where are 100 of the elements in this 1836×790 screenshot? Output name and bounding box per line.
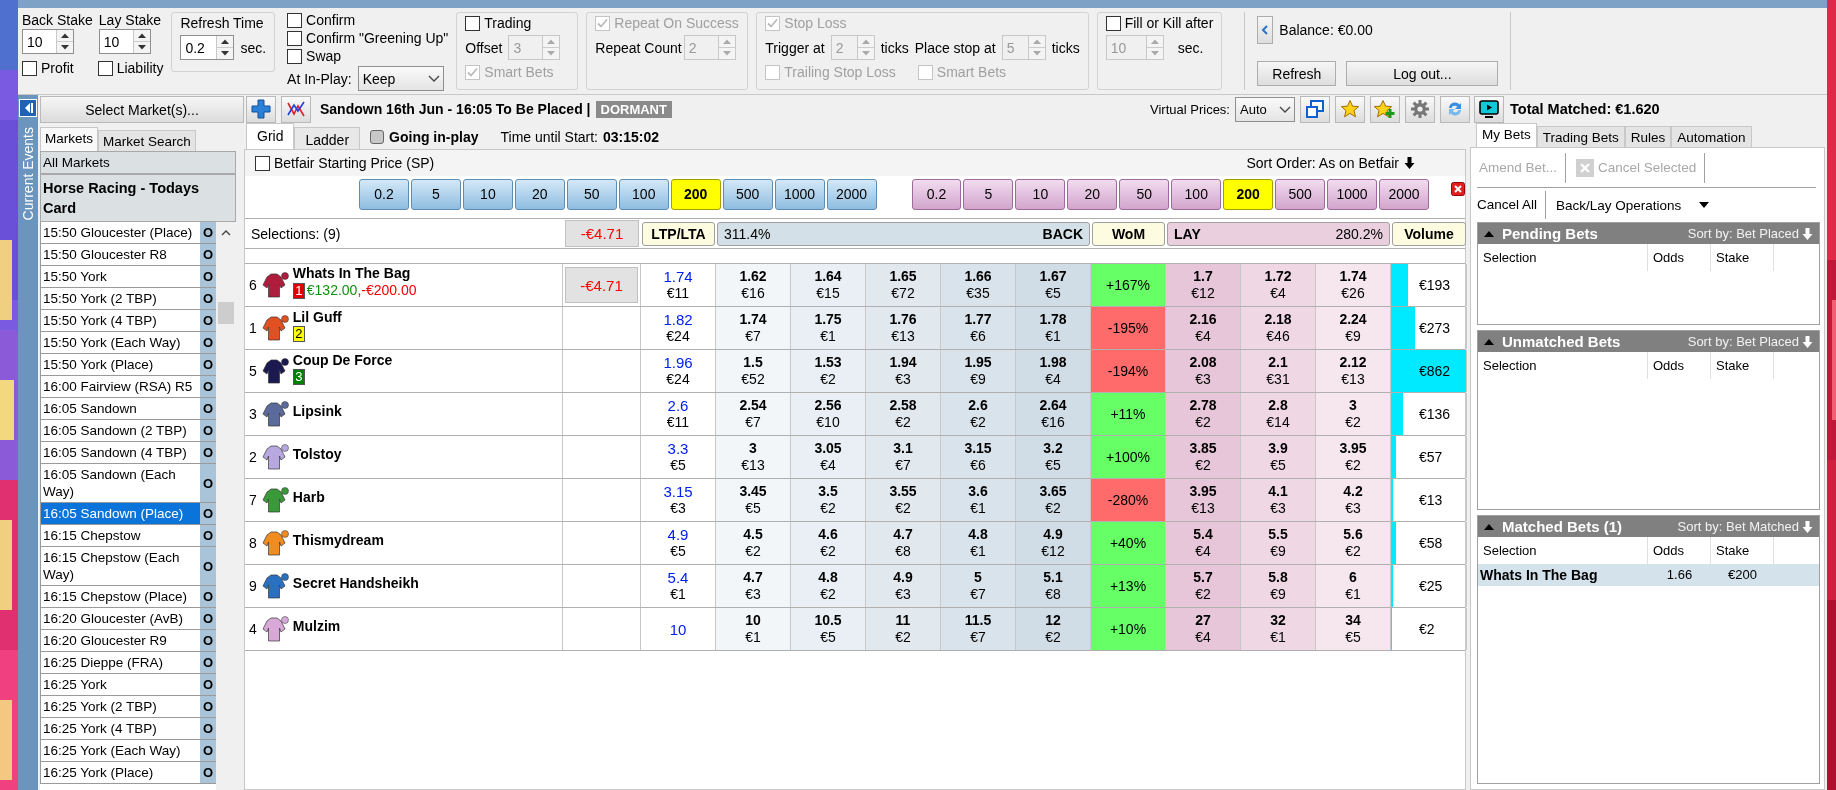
back-price-cell[interactable]: 3 €13 bbox=[716, 436, 791, 478]
stake-button[interactable]: 0.2 bbox=[911, 178, 962, 210]
back-price-cell[interactable]: 2.54 €7 bbox=[716, 393, 791, 435]
lay-price-cell[interactable]: 2.18 €46 bbox=[1241, 307, 1316, 349]
lay-price-cell[interactable]: 3.95 €13 bbox=[1166, 479, 1241, 521]
stake-button[interactable]: 1000 bbox=[774, 178, 825, 210]
back-price-cell[interactable]: 3.45 €5 bbox=[716, 479, 791, 521]
stake-button[interactable]: 5 bbox=[410, 178, 461, 210]
lay-price-cell[interactable]: 2.8 €14 bbox=[1241, 393, 1316, 435]
sort-down-arrow-icon[interactable] bbox=[1404, 157, 1415, 169]
checkbox[interactable] bbox=[287, 48, 303, 64]
stake-button[interactable]: 0.2 bbox=[359, 178, 409, 210]
lay-price-cell[interactable]: 32 €1 bbox=[1241, 608, 1316, 650]
back-price-cell[interactable]: 1.65 €72 bbox=[866, 264, 941, 306]
back-price-cell[interactable]: 11 €2 bbox=[866, 608, 941, 650]
chart-button[interactable] bbox=[281, 95, 311, 123]
back-price-cell[interactable]: 10 €1 bbox=[716, 608, 791, 650]
collapse-arrow-icon[interactable] bbox=[1484, 523, 1494, 530]
stake-button[interactable]: 10 bbox=[462, 178, 513, 210]
stake-button[interactable]: 200 bbox=[670, 178, 721, 210]
scrollbar-thumb[interactable] bbox=[218, 302, 234, 324]
stake-button[interactable]: 50 bbox=[566, 178, 617, 210]
section-header[interactable]: Pending Bets Sort by: Bet Placed bbox=[1478, 223, 1819, 244]
sort-label[interactable]: Sort by: Bet Placed bbox=[1687, 226, 1799, 241]
stake-button[interactable]: 1000 bbox=[1327, 178, 1378, 210]
back-price-cell[interactable]: 4.6 €2 bbox=[791, 522, 866, 564]
settings-button[interactable] bbox=[1405, 95, 1435, 123]
operations-menu[interactable]: Back/Lay Operations bbox=[1556, 197, 1682, 213]
runner-name[interactable]: Harb bbox=[292, 488, 325, 506]
checkbox[interactable] bbox=[1105, 15, 1121, 31]
stream-button[interactable] bbox=[1474, 95, 1504, 123]
stake-button[interactable]: 500 bbox=[1275, 178, 1326, 210]
close-icon[interactable] bbox=[1451, 182, 1465, 196]
back-price-cell[interactable]: 12 €2 bbox=[1016, 608, 1091, 650]
lay-price-cell[interactable]: 1.7 €12 bbox=[1166, 264, 1241, 306]
lay-price-cell[interactable]: 5.8 €9 bbox=[1241, 565, 1316, 607]
collapse-arrow-icon[interactable] bbox=[1484, 338, 1494, 345]
lay-price-cell[interactable]: 5.5 €9 bbox=[1241, 522, 1316, 564]
lay-price-cell[interactable]: 5.4 €4 bbox=[1166, 522, 1241, 564]
back-price-cell[interactable]: 2.6 €2 bbox=[941, 393, 1016, 435]
lay-price-cell[interactable]: 2.1 €31 bbox=[1241, 350, 1316, 392]
lay-price-cell[interactable]: 2.24 €9 bbox=[1316, 307, 1391, 349]
lay-price-cell[interactable]: 34 €5 bbox=[1316, 608, 1391, 650]
tab[interactable]: Markets bbox=[40, 127, 98, 151]
lay-price-cell[interactable]: 2.12 €13 bbox=[1316, 350, 1391, 392]
runner-name[interactable]: Secret Handsheikh bbox=[292, 574, 419, 592]
lay-price-cell[interactable]: 4.2 €3 bbox=[1316, 479, 1391, 521]
back-price-cell[interactable]: 4.8 €2 bbox=[791, 565, 866, 607]
back-price-cell[interactable]: 1.67 €5 bbox=[1016, 264, 1091, 306]
checkbox[interactable] bbox=[255, 155, 270, 171]
runner-name[interactable]: Mulzim bbox=[292, 617, 341, 635]
collapse-button[interactable] bbox=[1257, 16, 1274, 44]
market-item[interactable]: 16:05 Sandown (Place) bbox=[41, 503, 200, 524]
refresh-time-field[interactable]: 0.2 bbox=[180, 35, 235, 60]
lay-price-cell[interactable]: 1.74 €26 bbox=[1316, 264, 1391, 306]
collapse-arrow-icon[interactable] bbox=[1484, 230, 1494, 237]
stake-button[interactable]: 500 bbox=[722, 178, 773, 210]
favourite-button[interactable] bbox=[1335, 95, 1365, 123]
checkbox[interactable] bbox=[465, 15, 481, 31]
back-price-cell[interactable]: 4.9 €12 bbox=[1016, 522, 1091, 564]
back-price-cell[interactable]: 3.05 €4 bbox=[791, 436, 866, 478]
back-stake-field[interactable]: 10 bbox=[22, 29, 74, 54]
stake-button[interactable]: 20 bbox=[514, 178, 565, 210]
lay-price-cell[interactable]: 3.9 €5 bbox=[1241, 436, 1316, 478]
sort-order-label[interactable]: Sort Order: As on Betfair bbox=[1246, 155, 1399, 171]
back-price-cell[interactable]: 1.78 €1 bbox=[1016, 307, 1091, 349]
cancel-all-button[interactable]: Cancel All bbox=[1477, 191, 1547, 219]
lay-price-cell[interactable]: 2.16 €4 bbox=[1166, 307, 1241, 349]
back-price-cell[interactable]: 3.2 €5 bbox=[1016, 436, 1091, 478]
tab[interactable]: Trading Bets bbox=[1536, 126, 1625, 147]
back-price-cell[interactable]: 1.98 €4 bbox=[1016, 350, 1091, 392]
back-price-cell[interactable]: 1.62 €16 bbox=[716, 264, 791, 306]
stake-button[interactable]: 50 bbox=[1119, 178, 1170, 210]
back-price-cell[interactable]: 4.7 €8 bbox=[866, 522, 941, 564]
back-price-cell[interactable]: 1.5 €52 bbox=[716, 350, 791, 392]
back-price-cell[interactable]: 1.66 €35 bbox=[941, 264, 1016, 306]
back-price-cell[interactable]: 4.7 €3 bbox=[716, 565, 791, 607]
back-price-cell[interactable]: 1.75 €1 bbox=[791, 307, 866, 349]
tab[interactable]: Rules bbox=[1624, 126, 1672, 147]
back-price-cell[interactable]: 5 €7 bbox=[941, 565, 1016, 607]
runner-name[interactable]: Lil Guff bbox=[292, 308, 342, 326]
back-price-cell[interactable]: 5.1 €8 bbox=[1016, 565, 1091, 607]
stake-button[interactable]: 2000 bbox=[1379, 178, 1430, 210]
back-price-cell[interactable]: 2.56 €10 bbox=[791, 393, 866, 435]
back-price-cell[interactable]: 11.5 €7 bbox=[941, 608, 1016, 650]
stake-button[interactable]: 10 bbox=[1015, 178, 1066, 210]
back-price-cell[interactable]: 4.8 €1 bbox=[941, 522, 1016, 564]
stake-button[interactable]: 100 bbox=[1171, 178, 1222, 210]
back-price-cell[interactable]: 10.5 €5 bbox=[791, 608, 866, 650]
refresh-button[interactable]: Refresh bbox=[1257, 61, 1337, 86]
checkbox[interactable] bbox=[22, 60, 37, 76]
checkbox[interactable] bbox=[97, 60, 113, 76]
bet-row[interactable]: Whats In The Bag 1.66 €200 bbox=[1478, 564, 1819, 586]
in-play-dropdown[interactable]: Keep bbox=[357, 66, 444, 91]
stake-button[interactable]: 2000 bbox=[826, 178, 877, 210]
lay-price-cell[interactable]: 1.72 €4 bbox=[1241, 264, 1316, 306]
sort-label[interactable]: Sort by: Bet Placed bbox=[1687, 334, 1799, 349]
back-price-cell[interactable]: 3.5 €2 bbox=[791, 479, 866, 521]
back-price-cell[interactable]: 1.53 €2 bbox=[791, 350, 866, 392]
select-markets-button[interactable]: Select Market(s)... bbox=[40, 96, 244, 123]
